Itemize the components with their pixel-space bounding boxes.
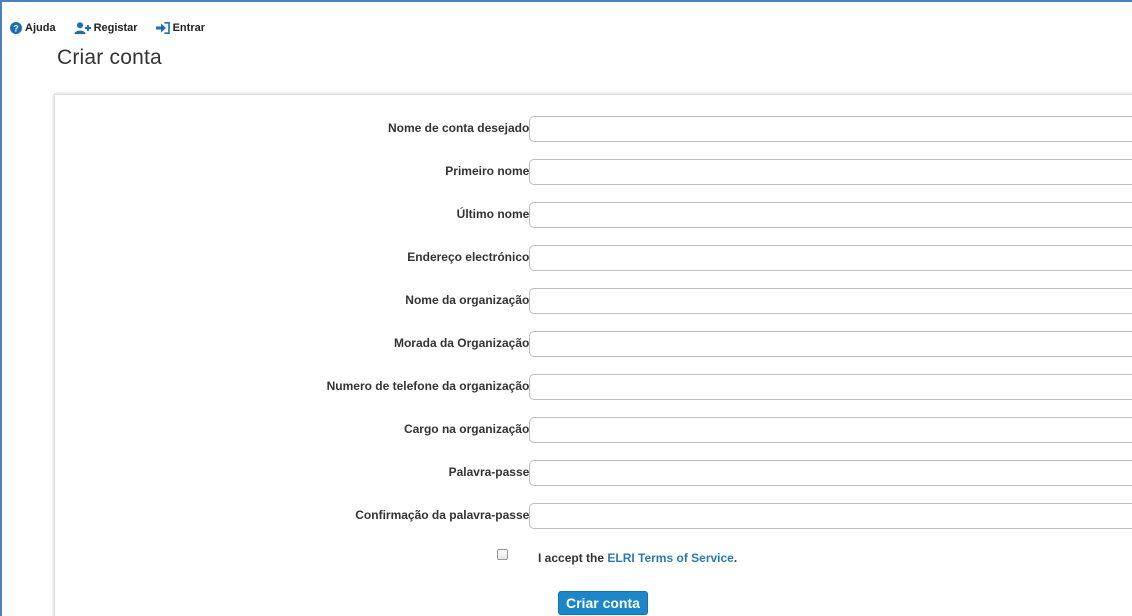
add-user-icon bbox=[74, 22, 91, 34]
form-row-org-phone: Numero de telefone da organização* bbox=[55, 372, 1132, 402]
form-row-password-confirm: Confirmação da palavra-passe* bbox=[55, 501, 1132, 531]
org-position-label: Cargo na organização* bbox=[404, 422, 535, 436]
form-row-first-name: Primeiro nome* bbox=[55, 157, 1132, 187]
nav-help-label: Ajuda bbox=[25, 22, 56, 34]
password-label: Palavra-passe* bbox=[449, 465, 535, 479]
last-name-input[interactable] bbox=[529, 202, 1132, 228]
form-row-org-name: Nome da organização* bbox=[55, 286, 1132, 316]
form-row-org-position: Cargo na organização* bbox=[55, 415, 1132, 445]
registration-form-panel: Nome de conta desejado* Primeiro nome* Ú… bbox=[54, 94, 1132, 616]
top-nav: ? Ajuda Registar Entrar bbox=[10, 20, 205, 36]
nav-register-link[interactable]: Registar bbox=[74, 22, 138, 34]
email-label: Endereço electrónico* bbox=[407, 250, 535, 264]
tos-checkbox[interactable] bbox=[497, 549, 508, 560]
org-address-label: Morada da Organização* bbox=[394, 336, 535, 350]
nav-register-label: Registar bbox=[93, 22, 138, 34]
form-row-email: Endereço electrónico* bbox=[55, 243, 1132, 273]
create-account-button[interactable]: Criar conta bbox=[558, 591, 648, 615]
page-title: Criar conta bbox=[57, 46, 162, 69]
last-name-label: Último nome* bbox=[457, 207, 535, 221]
username-label: Nome de conta desejado* bbox=[388, 121, 535, 135]
org-address-input[interactable] bbox=[529, 331, 1132, 357]
org-position-input[interactable] bbox=[529, 417, 1132, 443]
nav-help-link[interactable]: ? Ajuda bbox=[10, 22, 56, 34]
email-input[interactable] bbox=[529, 245, 1132, 271]
tos-row: I accept the ELRI Terms of Service. bbox=[55, 548, 1132, 568]
tos-text: I accept the ELRI Terms of Service. bbox=[538, 551, 738, 565]
password-input[interactable] bbox=[529, 460, 1132, 486]
org-name-label: Nome da organização* bbox=[405, 293, 535, 307]
form-row-last-name: Último nome* bbox=[55, 200, 1132, 230]
username-input[interactable] bbox=[529, 116, 1132, 142]
form-row-username: Nome de conta desejado* bbox=[55, 114, 1132, 144]
org-phone-label: Numero de telefone da organização* bbox=[327, 379, 535, 393]
password-confirm-input[interactable] bbox=[529, 503, 1132, 529]
help-circle-icon: ? bbox=[10, 22, 22, 34]
form-row-org-address: Morada da Organização* bbox=[55, 329, 1132, 359]
org-name-input[interactable] bbox=[529, 288, 1132, 314]
form-row-password: Palavra-passe* bbox=[55, 458, 1132, 488]
sign-in-icon bbox=[155, 22, 170, 34]
nav-signin-label: Entrar bbox=[172, 22, 205, 34]
nav-signin-link[interactable]: Entrar bbox=[155, 22, 205, 34]
first-name-label: Primeiro nome* bbox=[445, 164, 535, 178]
svg-text:?: ? bbox=[13, 24, 19, 34]
password-confirm-label: Confirmação da palavra-passe* bbox=[355, 508, 535, 522]
tos-link[interactable]: ELRI Terms of Service bbox=[607, 551, 734, 565]
first-name-input[interactable] bbox=[529, 159, 1132, 185]
org-phone-input[interactable] bbox=[529, 374, 1132, 400]
